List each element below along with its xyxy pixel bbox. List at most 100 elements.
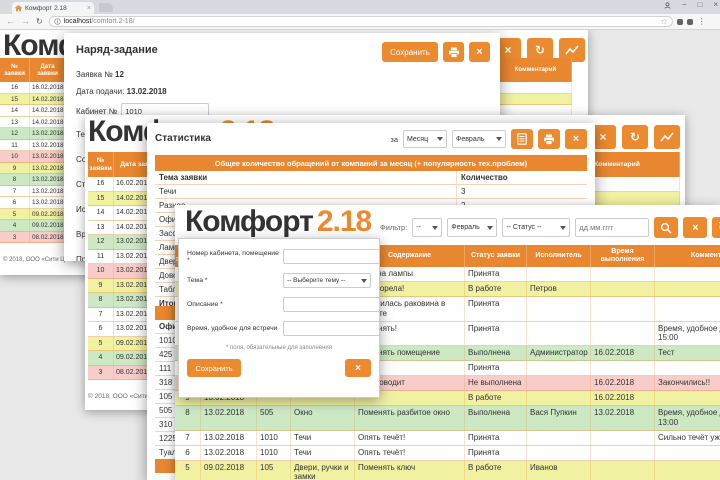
cell-comment: Время, удобное для встречи: 15:00 (655, 322, 720, 346)
cell-no: 10 (0, 151, 30, 162)
cell-executor (527, 430, 591, 445)
cell-done_date (591, 361, 655, 375)
close-button[interactable]: × (345, 359, 371, 377)
browser-tab[interactable]: Комфорт 2.18 × (12, 2, 94, 14)
cell-no: 11 (0, 139, 30, 150)
time-input[interactable] (283, 321, 379, 336)
chevron-down-icon (437, 137, 443, 141)
period-select[interactable]: Месяц (403, 130, 447, 148)
search-button[interactable] (654, 217, 679, 238)
cell-no: 3 (88, 365, 114, 379)
line-chart-icon (660, 132, 674, 142)
filter-date-input[interactable] (575, 218, 650, 237)
cell-no: 8 (88, 293, 114, 307)
filter-all-select[interactable]: -- (412, 218, 443, 237)
clear-button[interactable]: × (683, 217, 708, 238)
chart-button[interactable] (654, 125, 680, 149)
request-row[interactable]: 509.02.2018105Двери, ручки и замкиПоменя… (175, 460, 720, 480)
cell-comment (655, 461, 720, 480)
cell-comment (655, 446, 720, 460)
column-header: № заявки (88, 152, 114, 177)
favicon-house-icon (15, 4, 22, 11)
cell-no: 14 (88, 206, 114, 220)
line-chart-icon (565, 45, 579, 55)
print-button[interactable] (538, 129, 560, 149)
cell-no: 10 (88, 264, 114, 278)
menu-icon[interactable]: ⋮ (698, 17, 706, 26)
cell-done_date (591, 297, 655, 321)
cell-comment (655, 361, 720, 375)
browser-chrome: Комфорт 2.18 × − □ × ← → ↻ localhost/com… (0, 0, 720, 30)
maximize-icon[interactable]: □ (697, 1, 702, 9)
document-icon (517, 133, 527, 145)
cell-no: 8 (175, 406, 201, 430)
cell-no: 5 (0, 208, 30, 219)
forward-icon[interactable]: → (21, 17, 30, 26)
stats-banner: Общее количество обращений от компаний з… (155, 155, 587, 171)
cell-cabinet: 1010 (257, 430, 291, 445)
cell-executor: Петров (527, 282, 591, 296)
bookmark-star-icon[interactable]: ☆ (661, 17, 668, 26)
cell-executor (527, 297, 591, 321)
back-icon[interactable]: ← (6, 17, 15, 26)
profile-icon[interactable] (664, 1, 671, 9)
close-button[interactable]: × (565, 129, 587, 149)
save-button[interactable]: Сохранить (187, 359, 241, 377)
topic-select[interactable]: -- Выберите тему -- (283, 273, 371, 288)
minimize-icon[interactable]: − (682, 1, 687, 9)
report-button[interactable] (511, 129, 533, 149)
tab-bar: Комфорт 2.18 × − □ × (0, 0, 720, 14)
cell-no: 13 (0, 116, 30, 127)
extension-icon[interactable] (676, 18, 683, 25)
cell-date: 13.02.2018 (30, 174, 66, 185)
cell-status: Принята (465, 445, 527, 460)
refresh-button[interactable]: ↻ (712, 217, 720, 238)
month-select[interactable]: Февраль (452, 130, 506, 148)
modal-title: Наряд-задание (76, 44, 158, 56)
close-button[interactable]: × (469, 42, 490, 62)
tab-close-icon[interactable]: × (87, 5, 91, 12)
cell-no: 8 (0, 174, 30, 185)
reload-icon[interactable]: ↻ (36, 17, 43, 26)
tab-title: Комфорт 2.18 (25, 4, 67, 12)
filter-status-select[interactable]: -- Статус -- (502, 218, 571, 237)
cell-no: 7 (88, 307, 114, 321)
request-row[interactable]: 613.02.20181010ТечиОпять течёт!Принята (175, 445, 720, 461)
cell-date: 14.02.2018 (30, 105, 66, 116)
description-input[interactable] (283, 297, 379, 312)
stats-cell: Тема заявки (155, 171, 457, 184)
cell-status: Принята (465, 267, 527, 281)
print-button[interactable] (443, 42, 464, 62)
cell-cabinet: 1010 (257, 445, 291, 460)
request-row[interactable]: 713.02.20181010ТечиОпять течёт!Принята Си… (175, 430, 720, 446)
cell-executor (527, 391, 591, 405)
column-header: № заявки (0, 58, 30, 82)
cell-comment (500, 93, 572, 104)
cell-executor (527, 445, 591, 460)
extension-icon[interactable] (686, 18, 693, 25)
period-label: за (390, 134, 398, 144)
cell-done_date (591, 282, 655, 296)
cabinet-input[interactable] (283, 249, 379, 264)
cell-no: 5 (175, 460, 201, 480)
cell-comment (655, 267, 720, 281)
cell-executor: Вася Пупкин (527, 406, 591, 430)
request-row[interactable]: 813.02.2018505ОкноПоменять разбитое окно… (175, 406, 720, 431)
address-bar[interactable]: localhost/comfort.2-18/ ☆ (48, 16, 673, 27)
cell-comment (655, 282, 720, 296)
cell-date: 14.02.2018 (30, 93, 66, 104)
close-icon[interactable]: × (713, 1, 718, 9)
cell-status: Выполнена (465, 406, 527, 430)
stats-controls: за Месяц Февраль × (390, 129, 587, 149)
filter-month-select[interactable]: Февраль (447, 218, 498, 237)
save-button[interactable]: Сохранить (382, 42, 438, 62)
filter-bar: Фильтр: -- Февраль -- Статус -- × ↻ (380, 217, 720, 238)
topic-field-row: Тема * -- Выберите тему -- (187, 273, 371, 288)
refresh-button[interactable]: ↻ (622, 125, 648, 149)
new-tab-button[interactable] (99, 3, 113, 12)
cell-no: 9 (88, 278, 114, 292)
required-fields-note: * поля, обязательные для заполнения (226, 345, 332, 351)
cell-executor (527, 376, 591, 390)
info-icon[interactable] (54, 18, 61, 25)
stats-cell: Течи (155, 185, 457, 198)
